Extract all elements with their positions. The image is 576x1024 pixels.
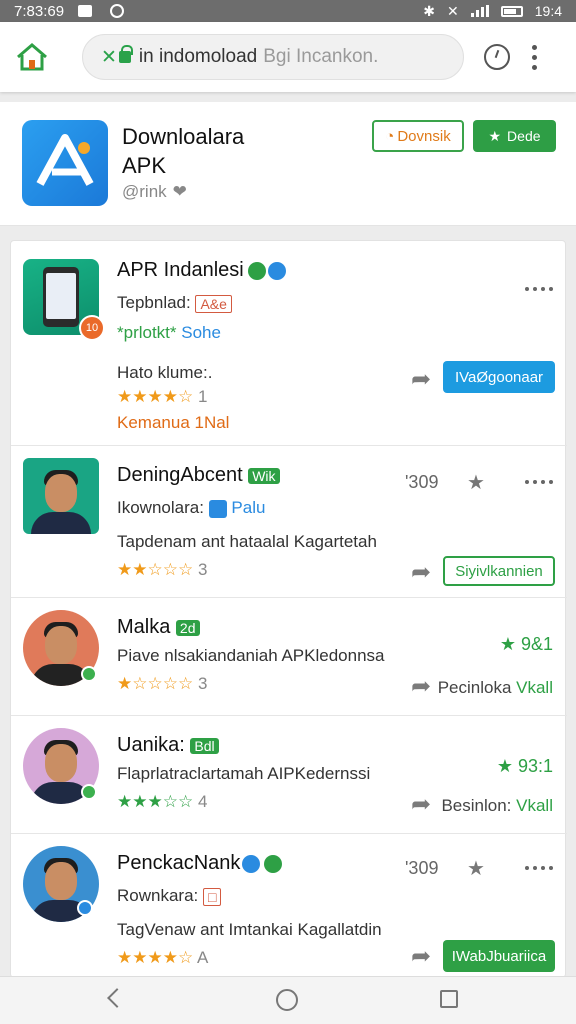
download-outline-button[interactable]: ◔ Dovnsik — [372, 120, 464, 152]
rating-row: *prlotkt* Sohe — [117, 323, 221, 342]
home-icon — [17, 43, 47, 71]
title-tag: Wik — [248, 467, 280, 484]
status-bar: 7:83:69 ✱ ✕ 19:4 — [0, 0, 576, 22]
share-icon[interactable]: ➦ — [411, 790, 431, 819]
battery-icon — [500, 5, 523, 17]
rating-score: ★ 9&1 — [499, 634, 553, 654]
star-rating: ★★★★☆ 1 — [117, 387, 208, 406]
item-meta: Tepbnlad: A&e — [117, 293, 232, 313]
avatar — [23, 458, 99, 534]
image-icon — [78, 5, 93, 17]
lock-icon — [118, 45, 133, 63]
app-thumbnail: 10 — [23, 259, 105, 341]
item-title: Uanika: Bdl — [117, 734, 219, 757]
online-indicator — [81, 666, 97, 682]
verified-blue-icon — [242, 854, 261, 873]
share-icon[interactable]: ➦ — [411, 672, 431, 701]
item-links[interactable]: Besinlon: Vkall — [441, 796, 553, 816]
more-options-button[interactable] — [525, 287, 553, 291]
more-menu-button[interactable] — [532, 44, 537, 70]
more-options-button[interactable] — [525, 480, 553, 484]
more-options-button[interactable] — [525, 866, 553, 870]
url-path: Bgi Incankon. — [263, 46, 379, 67]
sync-icon — [110, 4, 125, 18]
install-button[interactable]: Siyivlkannien — [443, 556, 555, 586]
version-tag: □ — [203, 887, 222, 906]
status-time: 7:83:69 — [14, 2, 65, 20]
site-title: Downloalara APK — [122, 124, 245, 178]
verified-icon — [247, 261, 266, 280]
item-title: DeningAbcent Wik — [117, 464, 280, 487]
verified-icon — [264, 854, 283, 873]
star-icon[interactable]: ★ — [467, 470, 485, 495]
count-badge: 10 — [79, 315, 105, 341]
address-bar[interactable]: ✕ in indomoload Bgi Incankon. — [82, 34, 464, 80]
rate-button[interactable]: ★ Dede — [473, 120, 556, 152]
rating-score: ★ 93:1 — [496, 756, 553, 776]
title-tag: 2d — [175, 619, 200, 636]
history-button[interactable] — [484, 44, 510, 70]
phone-icon — [43, 267, 79, 327]
bluetooth-icon: ✱ — [423, 2, 436, 19]
heart-icon: ❤ — [172, 182, 187, 201]
list-item[interactable]: 10 APR Indanlesi Tepbnlad: A&e *prlotkt*… — [11, 241, 567, 445]
home-button[interactable] — [14, 39, 50, 75]
list-item[interactable]: DeningAbcent Wik '309 ★ Ikownolara: Palu… — [11, 445, 567, 597]
item-meta: Rownkara: □ — [117, 886, 222, 906]
item-description: Flaprlatraclartamah AIPKedernssi — [117, 764, 371, 783]
download-button[interactable]: IVaØgoonaar — [443, 361, 555, 393]
item-title: APR Indanlesi — [117, 259, 286, 282]
home-nav-button[interactable] — [276, 989, 298, 1011]
list-item[interactable]: PenckacNank '309 ★ Rownkara: □ TagVenaw … — [11, 833, 567, 977]
star-icon: ★ — [488, 127, 502, 144]
item-links[interactable]: Pecinloka Vkall — [438, 678, 553, 698]
download-count: '309 — [405, 472, 439, 492]
app-list: 10 APR Indanlesi Tepbnlad: A&e *prlotkt*… — [10, 240, 567, 978]
item-meta: Ikownolara: Palu — [117, 498, 266, 518]
star-rating: ★☆☆☆☆ 3 — [117, 674, 208, 693]
app-icon — [208, 499, 227, 518]
back-button[interactable] — [107, 988, 127, 1008]
item-link[interactable]: Kemanua 1Nal — [117, 413, 229, 433]
verified-blue-icon — [267, 261, 286, 280]
signal-icon — [470, 5, 489, 17]
download-count: '309 — [405, 858, 439, 878]
site-subtitle: @rink ❤ — [122, 182, 187, 201]
star-rating: ★★★☆☆ 4 — [117, 792, 208, 811]
item-description: Piave nlsakiandaniah APKledonnsa — [117, 646, 385, 665]
star-rating: ★★☆☆☆ 3 — [117, 560, 208, 579]
system-navbar — [0, 976, 576, 1024]
list-item[interactable]: Uanika: Bdl ★ 93:1 Flaprlatraclartamah A… — [11, 715, 567, 833]
status-clock: 19:4 — [534, 3, 562, 19]
online-indicator — [77, 900, 93, 916]
star-rating: ★★★★☆ A — [117, 948, 209, 967]
item-description: Tapdenam ant hataalal Kagartetah — [117, 532, 377, 551]
star-icon[interactable]: ★ — [467, 856, 485, 881]
item-description: TagVenaw ant Imtankai Kagallatdin — [117, 920, 382, 939]
site-header: Downloalara APK @rink ❤ ◔ Dovnsik ★ Dede — [0, 102, 576, 226]
recents-button[interactable] — [440, 990, 458, 1008]
mute-icon: ✕ — [447, 2, 459, 19]
online-indicator — [81, 784, 97, 800]
version-tag: A&e — [195, 294, 232, 313]
download-button[interactable]: IWabJbuariica — [443, 940, 555, 972]
item-title: PenckacNank — [117, 852, 283, 875]
clock-icon: ◔ — [385, 127, 395, 145]
title-tag: Bdl — [190, 737, 219, 754]
share-icon[interactable]: ➦ — [411, 558, 431, 587]
url-host: in indomoload — [138, 46, 258, 67]
list-item[interactable]: Malka 2d ★ 9&1 Piave nlsakiandaniah APKl… — [11, 597, 567, 715]
browser-toolbar: ✕ in indomoload Bgi Incankon. — [0, 22, 576, 92]
app-logo — [22, 120, 108, 206]
secure-indicator: ✕ — [101, 45, 133, 69]
item-description: Hato klume:. — [117, 363, 213, 382]
share-icon[interactable]: ➦ — [411, 942, 431, 971]
share-icon[interactable]: ➦ — [411, 365, 431, 394]
item-title: Malka 2d — [117, 616, 200, 639]
